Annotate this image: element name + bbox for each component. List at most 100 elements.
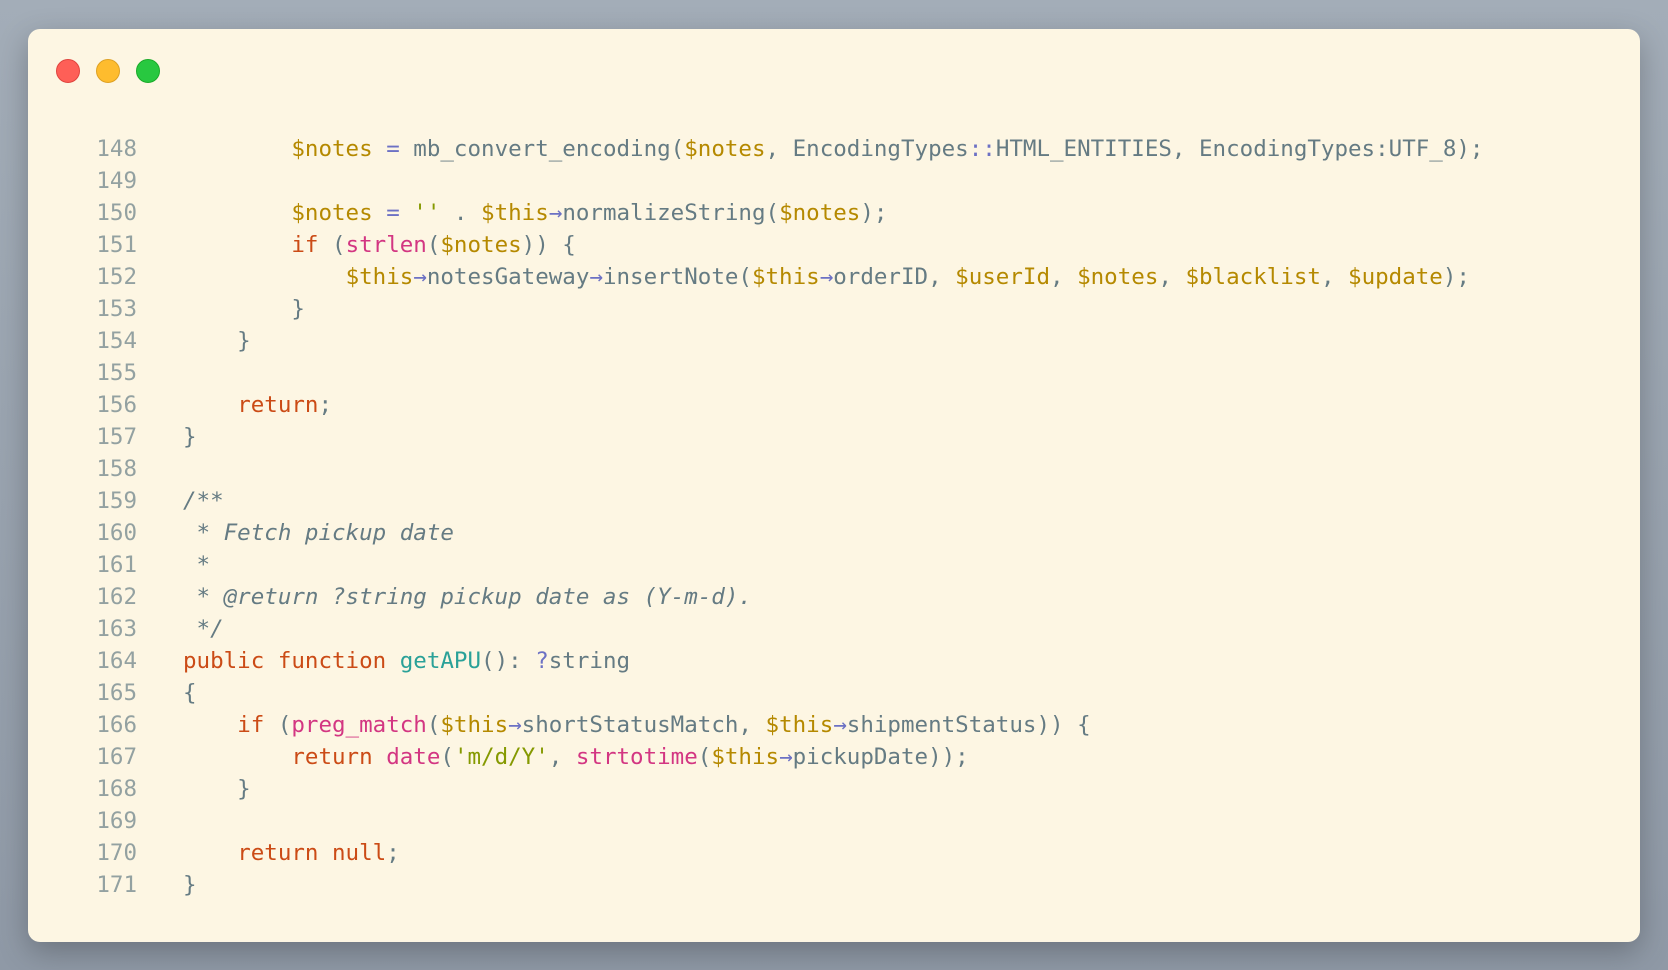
code-token: ( bbox=[426, 712, 441, 738]
code-token: } bbox=[183, 776, 251, 802]
code-line: 152 $this→notesGateway→insertNote($this→… bbox=[28, 261, 1640, 293]
line-source: } bbox=[183, 421, 197, 453]
code-token: normalizeString( bbox=[562, 200, 780, 226]
code-line: 151 if (strlen($notes)) { bbox=[28, 229, 1640, 261]
code-token: $blacklist bbox=[1185, 264, 1321, 290]
code-token: $this bbox=[751, 264, 820, 290]
line-number: 167 bbox=[96, 744, 137, 770]
code-line: 156 return; bbox=[28, 389, 1640, 421]
code-token: getAPU bbox=[399, 648, 482, 674]
line-source: } bbox=[183, 325, 251, 357]
code-token: null bbox=[332, 840, 387, 866]
code-line: 167 return date('m/d/Y', strtotime($this… bbox=[28, 741, 1640, 773]
line-source: } bbox=[183, 773, 251, 805]
code-token: orderID, bbox=[833, 264, 956, 290]
code-token: $update bbox=[1348, 264, 1443, 290]
code-line: 157} bbox=[28, 421, 1640, 453]
code-line: 161 * bbox=[28, 549, 1640, 581]
code-token: * bbox=[183, 552, 211, 578]
line-source: if (preg_match($this→shortStatusMatch, $… bbox=[183, 709, 1091, 741]
code-token: , bbox=[1320, 264, 1349, 290]
code-token: notesGateway bbox=[426, 264, 590, 290]
code-token: $this bbox=[481, 200, 549, 226]
line-number: 166 bbox=[96, 712, 137, 738]
line-number: 162 bbox=[96, 584, 137, 610]
code-line: 154 } bbox=[28, 325, 1640, 357]
line-source: */ bbox=[183, 613, 224, 645]
line-number: 155 bbox=[96, 360, 137, 386]
maximize-button[interactable] bbox=[136, 59, 160, 83]
code-line: 168 } bbox=[28, 773, 1640, 805]
code-token: ); bbox=[860, 200, 888, 226]
line-source: * bbox=[183, 549, 211, 581]
code-line: 155 bbox=[28, 357, 1640, 389]
code-token: $notes bbox=[779, 200, 861, 226]
code-token: $this bbox=[440, 712, 509, 738]
code-token: → bbox=[779, 744, 793, 770]
window-controls bbox=[56, 59, 160, 83]
close-button[interactable] bbox=[56, 59, 80, 83]
line-number: 169 bbox=[96, 808, 137, 834]
line-source: $notes = '' . $this→normalizeString($not… bbox=[183, 197, 887, 229]
line-number: 171 bbox=[96, 872, 137, 898]
code-token: /** bbox=[183, 488, 224, 514]
line-source: } bbox=[183, 869, 197, 901]
code-token: . bbox=[440, 200, 482, 226]
code-token: ( bbox=[440, 744, 454, 770]
code-token: = bbox=[386, 136, 400, 162]
code-token: $notes bbox=[1077, 264, 1159, 290]
code-line: 148 $notes = mb_convert_encoding($notes,… bbox=[28, 133, 1640, 165]
line-source: return; bbox=[183, 389, 332, 421]
line-number: 156 bbox=[96, 392, 137, 418]
code-token: strlen bbox=[345, 232, 427, 258]
line-number: 163 bbox=[96, 616, 137, 642]
code-line: 170 return null; bbox=[28, 837, 1640, 869]
code-token: $notes bbox=[291, 136, 373, 162]
code-token: * @return ?string pickup date as (Y-m-d)… bbox=[183, 584, 752, 610]
code-token: $this bbox=[765, 712, 834, 738]
code-token: ; bbox=[386, 840, 400, 866]
code-token: date bbox=[386, 744, 441, 770]
code-token: strtotime bbox=[575, 744, 698, 770]
line-source: $notes = mb_convert_encoding($notes, Enc… bbox=[183, 133, 1483, 165]
line-number: 164 bbox=[96, 648, 137, 674]
code-token: if bbox=[237, 712, 265, 738]
line-source: $this→notesGateway→insertNote($this→orde… bbox=[183, 261, 1470, 293]
code-token: ( bbox=[318, 232, 346, 258]
code-token: ? bbox=[535, 648, 549, 674]
code-token: 'm/d/Y' bbox=[453, 744, 549, 770]
code-token: (): bbox=[481, 648, 536, 674]
line-number: 170 bbox=[96, 840, 137, 866]
code-token: */ bbox=[183, 616, 224, 642]
code-token: * Fetch pickup date bbox=[183, 520, 454, 546]
line-source: * @return ?string pickup date as (Y-m-d)… bbox=[183, 581, 752, 613]
code-line: 160 * Fetch pickup date bbox=[28, 517, 1640, 549]
code-line: 169 bbox=[28, 805, 1640, 837]
code-token: $notes bbox=[291, 200, 373, 226]
code-token: shipmentStatus)) { bbox=[846, 712, 1091, 738]
code-token: } bbox=[183, 424, 197, 450]
code-token: } bbox=[183, 872, 197, 898]
line-number: 149 bbox=[96, 168, 137, 194]
line-source: public function getAPU(): ?string bbox=[183, 645, 630, 677]
code-token: $this bbox=[345, 264, 414, 290]
line-number: 160 bbox=[96, 520, 137, 546]
code-token: public bbox=[183, 648, 265, 674]
code-token: → bbox=[548, 200, 563, 226]
code-line: 153 } bbox=[28, 293, 1640, 325]
code-token: → bbox=[833, 712, 847, 738]
code-token: $this bbox=[711, 744, 780, 770]
line-number: 168 bbox=[96, 776, 137, 802]
code-line: 162 * @return ?string pickup date as (Y-… bbox=[28, 581, 1640, 613]
code-token: → bbox=[589, 264, 603, 290]
code-line: 163 */ bbox=[28, 613, 1640, 645]
line-number: 161 bbox=[96, 552, 137, 578]
code-token: insertNote( bbox=[602, 264, 752, 290]
minimize-button[interactable] bbox=[96, 59, 120, 83]
